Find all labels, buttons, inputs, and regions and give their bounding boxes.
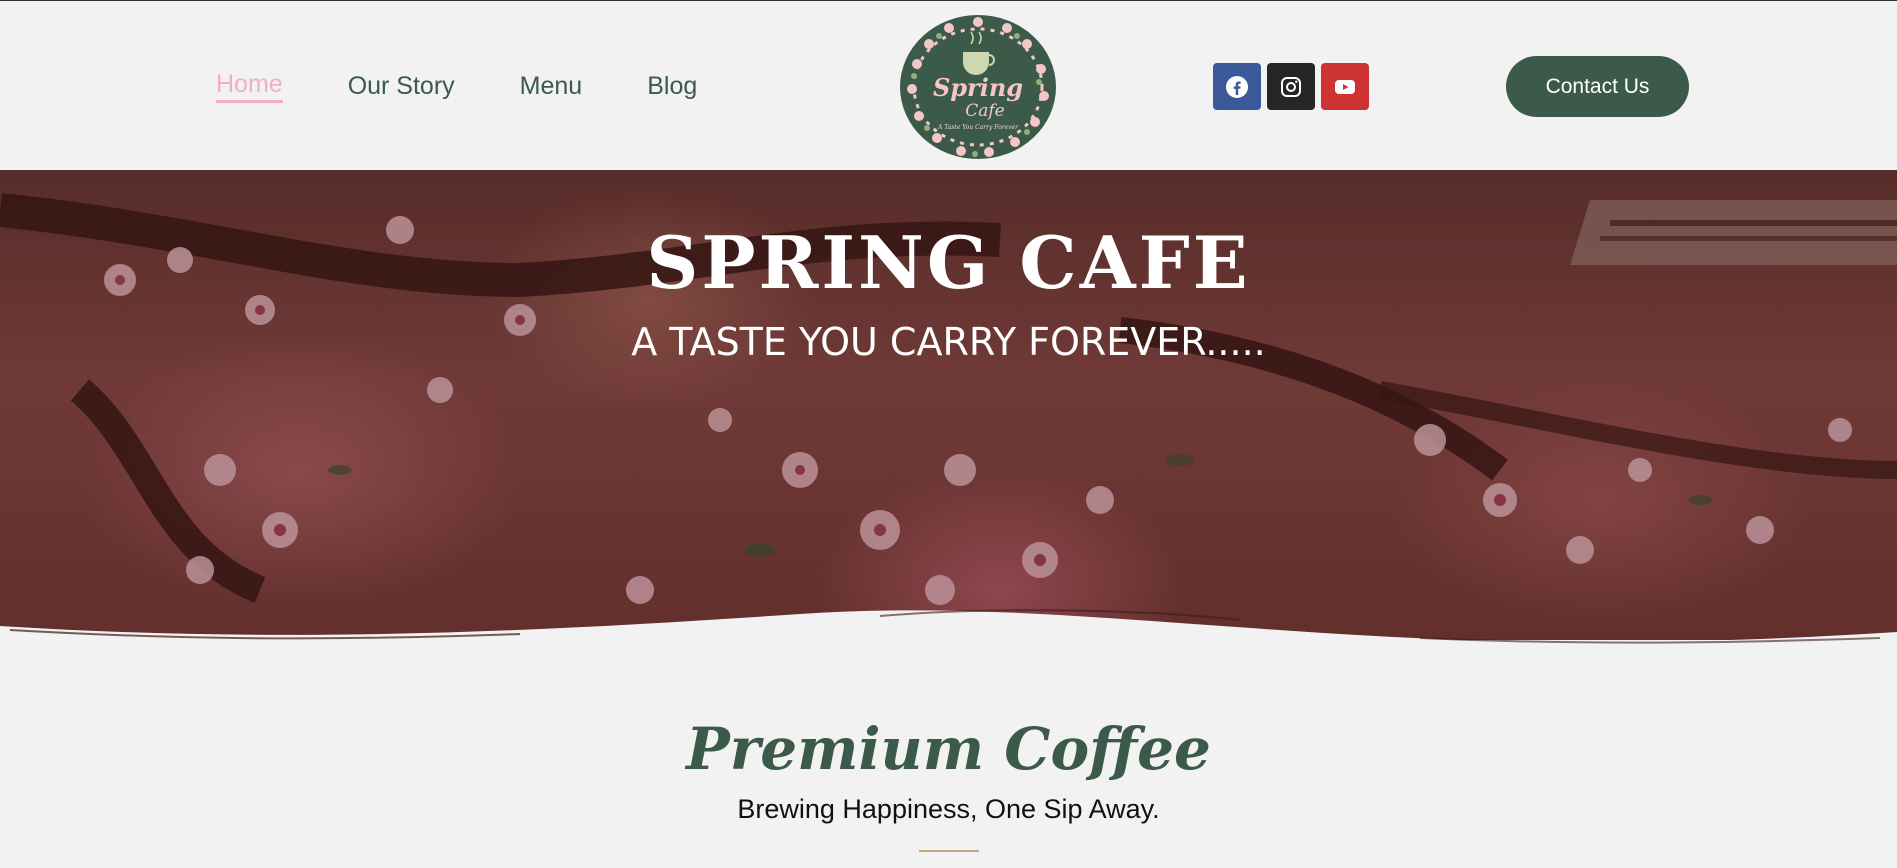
social-links: [1213, 63, 1369, 110]
youtube-button[interactable]: [1321, 63, 1369, 110]
logo-subtitle-text: Cafe: [965, 101, 1005, 121]
contact-us-button[interactable]: Contact Us: [1506, 56, 1689, 117]
site-header: Home Our Story Menu Blog Spring Cafe A T…: [0, 1, 1897, 170]
nav-our-story-link[interactable]: Our Story: [348, 69, 455, 103]
youtube-icon: [1335, 79, 1355, 94]
instagram-button[interactable]: [1267, 63, 1315, 110]
section-subtitle: Brewing Happiness, One Sip Away.: [737, 794, 1160, 824]
hero-banner: SPRING CAFE A TASTE YOU CARRY FOREVER...…: [0, 170, 1897, 640]
instagram-icon: [1281, 76, 1301, 97]
facebook-icon: [1226, 75, 1248, 98]
logo-emblem: Spring Cafe A Taste You Carry Forever: [900, 15, 1056, 159]
main-nav: Home Our Story Menu Blog: [216, 69, 762, 103]
site-logo[interactable]: Spring Cafe A Taste You Carry Forever: [899, 14, 1057, 160]
facebook-button[interactable]: [1213, 63, 1261, 110]
hero-title: SPRING CAFE: [646, 220, 1251, 305]
nav-home-link[interactable]: Home: [216, 69, 283, 103]
nav-menu-link[interactable]: Menu: [520, 69, 583, 103]
logo-title-text: Spring: [933, 73, 1023, 102]
section-divider: [919, 850, 979, 852]
hero-subtitle: A TASTE YOU CARRY FOREVER.....: [631, 320, 1266, 364]
section-title: Premium Coffee: [686, 715, 1211, 783]
hero-wave-divider: [0, 609, 1897, 670]
logo-tagline-text: A Taste You Carry Forever: [937, 124, 1019, 131]
nav-blog-link[interactable]: Blog: [647, 69, 697, 103]
